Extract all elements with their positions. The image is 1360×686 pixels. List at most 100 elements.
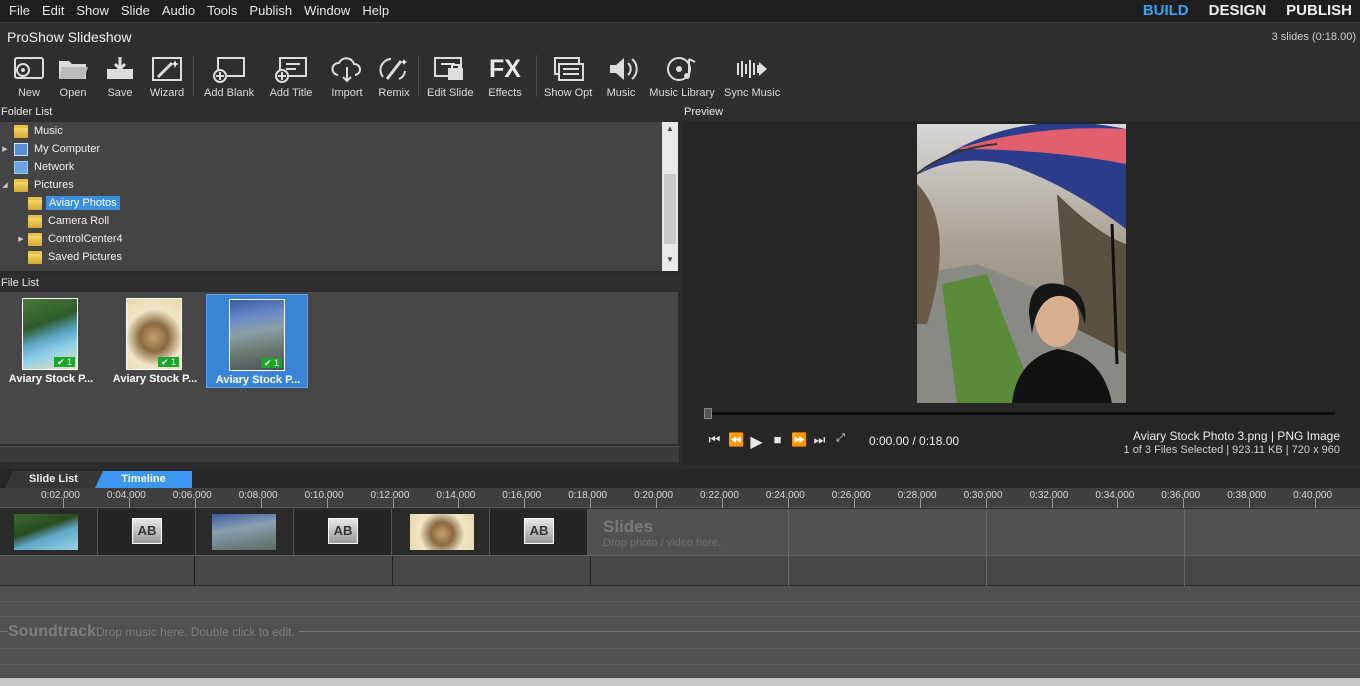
folder-item-camera-roll[interactable]: Camera Roll: [28, 212, 109, 230]
track-stripe: [0, 664, 1360, 665]
slide-thumbnail: [410, 514, 474, 550]
toolbar: New Open Save Wizard Add Blank Add Title: [0, 49, 1360, 103]
tab-timeline[interactable]: Timeline: [95, 471, 192, 488]
menu-help[interactable]: Help: [356, 1, 395, 21]
track-stripe: [0, 648, 1360, 649]
soundtrack-drop-hint: SoundtrackDrop music here. Double click …: [8, 623, 299, 641]
file-item[interactable]: ✔ 1 Aviary Stock P...: [0, 294, 102, 388]
remix-button[interactable]: Remix: [376, 53, 412, 99]
horizontal-scrollbar[interactable]: [0, 678, 1360, 686]
slide-timing-track[interactable]: [0, 555, 1360, 586]
folder-item-network[interactable]: Network: [0, 158, 74, 176]
slide[interactable]: [196, 509, 294, 555]
folder-tree: Music ▶ My Computer Network ◢ Pictures A…: [0, 122, 662, 271]
playback-scrubber[interactable]: [704, 408, 1335, 419]
slide-count: 3 slides (0:18.00): [1271, 31, 1356, 43]
folder-item-aviary-photos[interactable]: Aviary Photos: [28, 194, 120, 212]
file-thumbnail: ✔ 1: [126, 298, 182, 370]
fast-forward-icon[interactable]: ⏩: [791, 432, 807, 452]
slide[interactable]: [0, 509, 98, 555]
menu-audio[interactable]: Audio: [156, 1, 201, 21]
file-item[interactable]: ✔ 1 Aviary Stock P...: [104, 294, 206, 388]
transition-ab-icon[interactable]: AB: [328, 518, 358, 544]
transition-ab-icon[interactable]: AB: [524, 518, 554, 544]
rewind-icon[interactable]: ⏪: [728, 432, 744, 452]
transition[interactable]: AB: [490, 509, 588, 555]
music-library-button[interactable]: Music Library: [649, 53, 715, 99]
fullscreen-icon[interactable]: ⤢: [833, 432, 848, 452]
play-icon[interactable]: ▶: [749, 432, 764, 452]
save-button[interactable]: Save: [102, 53, 138, 99]
collapse-arrow-icon[interactable]: ◢: [0, 181, 10, 189]
folder-item-music[interactable]: Music: [0, 122, 63, 140]
show-options-button[interactable]: Show Opt: [544, 53, 592, 99]
preview-image: [917, 124, 1126, 403]
expand-arrow-icon[interactable]: ▶: [16, 235, 26, 243]
ruler-tick: [853, 498, 855, 508]
ruler-tick: [128, 498, 130, 508]
open-button[interactable]: Open: [55, 53, 91, 99]
show-options-icon: [550, 53, 586, 85]
menu-tools[interactable]: Tools: [201, 1, 243, 21]
menu-window[interactable]: Window: [298, 1, 356, 21]
soundtrack-track[interactable]: SoundtrackDrop music here. Double click …: [0, 586, 1360, 686]
transition[interactable]: AB: [98, 509, 196, 555]
scrubber-handle[interactable]: [704, 408, 712, 419]
file-list-header: File List: [0, 274, 680, 292]
folder-item-my-computer[interactable]: ▶ My Computer: [0, 140, 100, 158]
menu-show[interactable]: Show: [70, 1, 115, 21]
ruler-tick: [63, 498, 64, 508]
menu-file[interactable]: File: [0, 1, 36, 21]
add-title-icon: [273, 53, 309, 85]
add-title-button[interactable]: Add Title: [269, 53, 313, 99]
folder-icon: [28, 196, 42, 210]
folder-item-controlcenter4[interactable]: ▶ ControlCenter4: [16, 230, 123, 248]
mode-publish[interactable]: PUBLISH: [1286, 2, 1352, 19]
add-blank-icon: [211, 53, 247, 85]
file-list-scrollbar[interactable]: [0, 446, 679, 462]
scroll-up-icon[interactable]: ▲: [662, 124, 678, 138]
expand-arrow-icon[interactable]: ▶: [0, 145, 10, 153]
mode-build[interactable]: BUILD: [1143, 2, 1189, 19]
preview-panel: ⏮ ⏪ ▶ ■ ⏩ ⏭ ⤢ 0:00.00 / 0:18.00 Aviary S…: [683, 121, 1360, 465]
ruler-tick: [985, 498, 987, 508]
effects-button[interactable]: FX Effects: [486, 53, 524, 100]
wizard-button[interactable]: Wizard: [148, 53, 186, 99]
tab-slide-list[interactable]: Slide List: [5, 471, 102, 488]
import-button[interactable]: Import: [329, 53, 365, 99]
edit-slide-button[interactable]: Edit Slide: [427, 53, 473, 99]
ruler-tick: [1183, 498, 1185, 508]
music-folder-icon: [14, 124, 28, 138]
file-item-selected[interactable]: ✔ 1 Aviary Stock P...: [206, 294, 308, 388]
menu-slide[interactable]: Slide: [115, 1, 156, 21]
slides-track[interactable]: AB AB AB Slides Drop photo / video here.: [0, 509, 1360, 555]
mode-design[interactable]: DESIGN: [1209, 2, 1267, 19]
folder-item-saved-pictures[interactable]: Saved Pictures: [28, 248, 122, 266]
skip-start-icon[interactable]: ⏮: [707, 432, 722, 452]
stop-icon[interactable]: ■: [770, 432, 785, 452]
new-button[interactable]: New: [9, 53, 49, 99]
ruler-tick: [392, 498, 394, 508]
ruler-tick-label: 0:08.000: [238, 490, 278, 501]
scroll-thumb[interactable]: [664, 174, 676, 244]
toolbar-separator: [193, 55, 194, 97]
timeline-ruler[interactable]: 0:02.000 0:04.000 0:06.000 0:08.000 0:10.000…: [0, 488, 1360, 508]
sync-music-button[interactable]: Sync Music: [724, 53, 780, 99]
folder-item-pictures[interactable]: ◢ Pictures: [0, 176, 74, 194]
track-stripe: [0, 616, 1360, 617]
scroll-down-icon[interactable]: ▼: [662, 255, 678, 269]
save-icon: [102, 53, 138, 85]
menu-edit[interactable]: Edit: [36, 1, 70, 21]
music-button[interactable]: Music: [604, 53, 638, 99]
transition[interactable]: AB: [294, 509, 392, 555]
folder-scrollbar[interactable]: ▲ ▼: [662, 122, 678, 271]
slide[interactable]: [392, 509, 490, 555]
skip-end-icon[interactable]: ⏭: [812, 432, 827, 452]
mode-switcher: BUILD DESIGN PUBLISH: [1143, 0, 1352, 20]
folder-open-icon: [55, 53, 91, 85]
add-blank-button[interactable]: Add Blank: [204, 53, 254, 99]
menu-publish[interactable]: Publish: [243, 1, 298, 21]
file-list: ✔ 1 Aviary Stock P... ✔ 1 Aviary Stock P…: [0, 292, 679, 444]
playback-time: 0:00.00 / 0:18.00: [869, 434, 960, 448]
transition-ab-icon[interactable]: AB: [132, 518, 162, 544]
